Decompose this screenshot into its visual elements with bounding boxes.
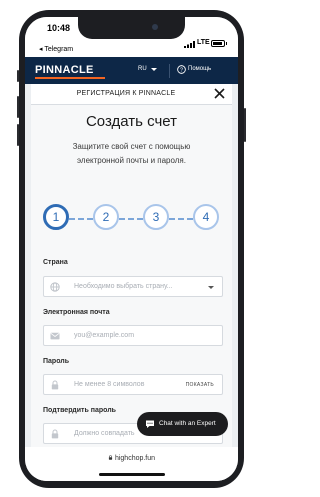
back-to-app-link[interactable]: ◂ Telegram bbox=[39, 45, 73, 53]
status-bar: 10:48 ◂ Telegram LTE bbox=[25, 17, 238, 57]
pinnacle-logo[interactable]: PINNACLE bbox=[35, 64, 94, 76]
chevron-down-icon bbox=[151, 68, 157, 71]
url-text: highchop.fun bbox=[114, 455, 156, 462]
country-select[interactable]: Необходимо выбрать страну... bbox=[43, 276, 223, 297]
phone-screen: 10:48 ◂ Telegram LTE PINNACLE RU ? Помощ… bbox=[25, 17, 238, 481]
clock: 10:48 bbox=[47, 23, 71, 33]
phone-volume-down bbox=[17, 124, 19, 146]
show-password-button[interactable]: ПОКАЗАТЬ bbox=[186, 382, 214, 388]
subtitle-line-2: электронной почты и пароля. bbox=[77, 156, 186, 165]
chat-bubble-icon bbox=[146, 420, 154, 428]
modal-title: РЕГИСТРАЦИЯ К PINNACLE bbox=[76, 90, 176, 97]
confirm-password-placeholder: Должно совпадать bbox=[74, 430, 135, 437]
email-label: Электронная почта bbox=[43, 309, 110, 316]
chevron-down-icon bbox=[208, 286, 214, 289]
phone-volume-up bbox=[17, 96, 19, 118]
camera-icon bbox=[152, 24, 158, 30]
url-display[interactable]: highchop.fun bbox=[25, 455, 238, 462]
lock-icon bbox=[51, 429, 59, 439]
step-indicator: 1 2 3 4 bbox=[31, 202, 232, 236]
divider bbox=[169, 64, 170, 78]
email-placeholder: you@example.com bbox=[74, 332, 135, 339]
password-label: Пароль bbox=[43, 358, 70, 365]
browser-url-bar[interactable]: highchop.fun bbox=[25, 447, 238, 481]
phone-mute-switch bbox=[17, 70, 19, 82]
password-field[interactable]: Не менее 8 символов ПОКАЗАТЬ bbox=[43, 374, 223, 395]
notch bbox=[78, 17, 185, 39]
lock-icon bbox=[51, 380, 59, 390]
signal-icon bbox=[184, 41, 195, 48]
step-1: 1 bbox=[43, 204, 69, 230]
password-placeholder: Не менее 8 символов bbox=[74, 381, 145, 388]
svg-text:?: ? bbox=[180, 67, 183, 73]
network-type: LTE bbox=[197, 39, 210, 46]
brand-bar: PINNACLE RU ? Помощь bbox=[25, 57, 238, 84]
close-icon[interactable] bbox=[213, 87, 226, 100]
confirm-password-label: Подтвердить пароль bbox=[43, 407, 116, 414]
lock-icon bbox=[108, 455, 113, 460]
subtitle-line-1: Защитите свой счет с помощью bbox=[72, 142, 191, 151]
globe-icon bbox=[50, 282, 60, 292]
step-4: 4 bbox=[193, 204, 219, 230]
step-3: 3 bbox=[143, 204, 169, 230]
help-link[interactable]: Помощь bbox=[188, 66, 211, 72]
battery-level bbox=[213, 42, 222, 45]
logo-underline bbox=[35, 77, 105, 79]
help-icon[interactable]: ? bbox=[177, 65, 186, 74]
country-placeholder: Необходимо выбрать страну... bbox=[74, 283, 173, 290]
battery-cap bbox=[226, 42, 227, 45]
page-title: Создать счет bbox=[85, 113, 178, 130]
chat-button-label: Chat with an Expert bbox=[159, 420, 216, 427]
step-2: 2 bbox=[93, 204, 119, 230]
language-selector[interactable]: RU bbox=[138, 66, 147, 72]
country-label: Страна bbox=[43, 259, 68, 266]
battery-icon bbox=[211, 40, 225, 47]
chat-with-expert-button[interactable]: Chat with an Expert bbox=[137, 412, 228, 436]
home-indicator[interactable] bbox=[99, 473, 165, 476]
modal-header: РЕГИСТРАЦИЯ К PINNACLE bbox=[31, 84, 232, 105]
email-field[interactable]: you@example.com bbox=[43, 325, 223, 346]
phone-power-button bbox=[244, 108, 246, 142]
mail-icon bbox=[50, 332, 60, 340]
step-connector bbox=[69, 218, 93, 220]
step-connector bbox=[169, 218, 193, 220]
step-connector bbox=[119, 218, 143, 220]
